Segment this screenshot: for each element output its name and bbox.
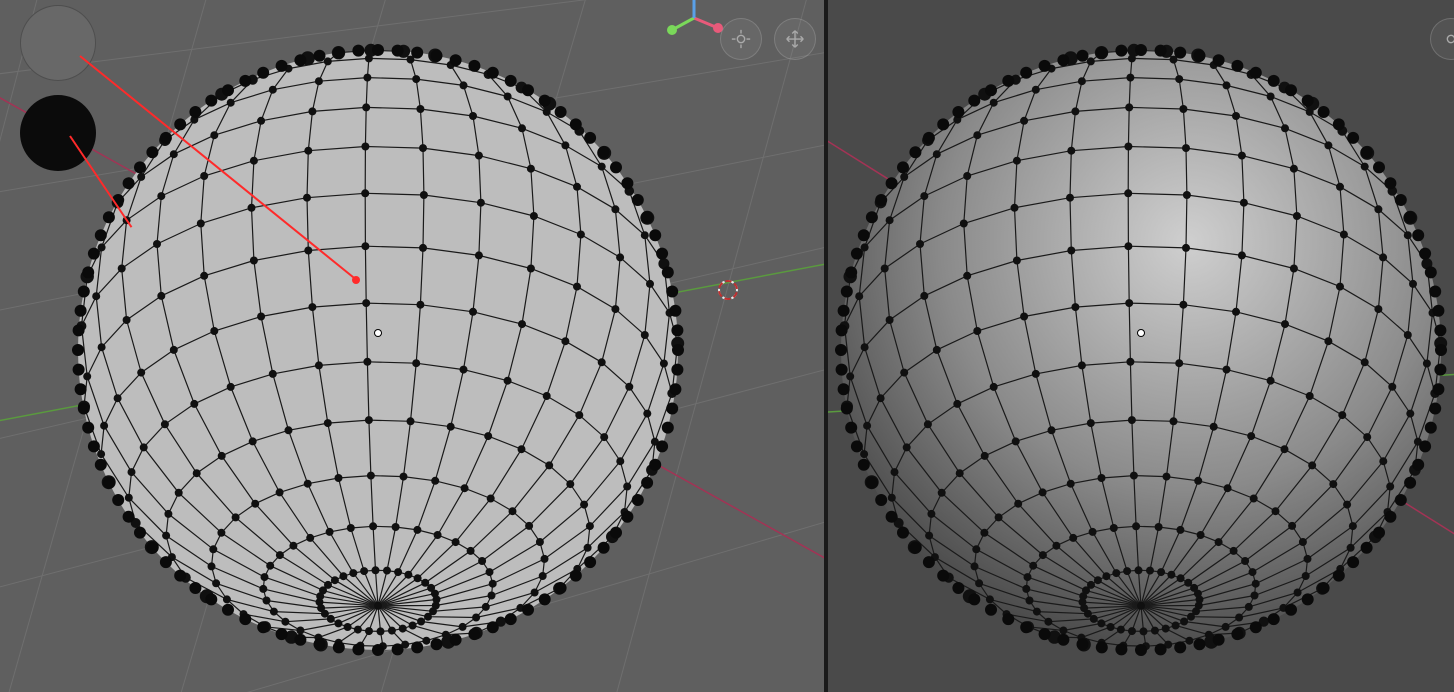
orbit-icon (730, 28, 752, 50)
viewport-nav (720, 18, 816, 60)
object-origin-left (375, 330, 381, 336)
viewport-left[interactable] (0, 0, 824, 692)
pan-icon (784, 28, 806, 50)
uv-sphere-right[interactable] (828, 0, 1454, 692)
3d-cursor[interactable] (718, 280, 738, 300)
object-origin-right (1138, 330, 1144, 336)
orbit-icon (1440, 28, 1454, 50)
orbit-button[interactable] (720, 18, 762, 60)
pan-button[interactable] (774, 18, 816, 60)
viewport-split (0, 0, 1454, 692)
uv-sphere-left[interactable] (0, 0, 824, 692)
annotation-swatch-unselected (20, 5, 96, 81)
viewport-right[interactable] (828, 0, 1454, 692)
annotation-end-dot (352, 276, 360, 284)
axis-gizmo[interactable] (664, 0, 724, 48)
